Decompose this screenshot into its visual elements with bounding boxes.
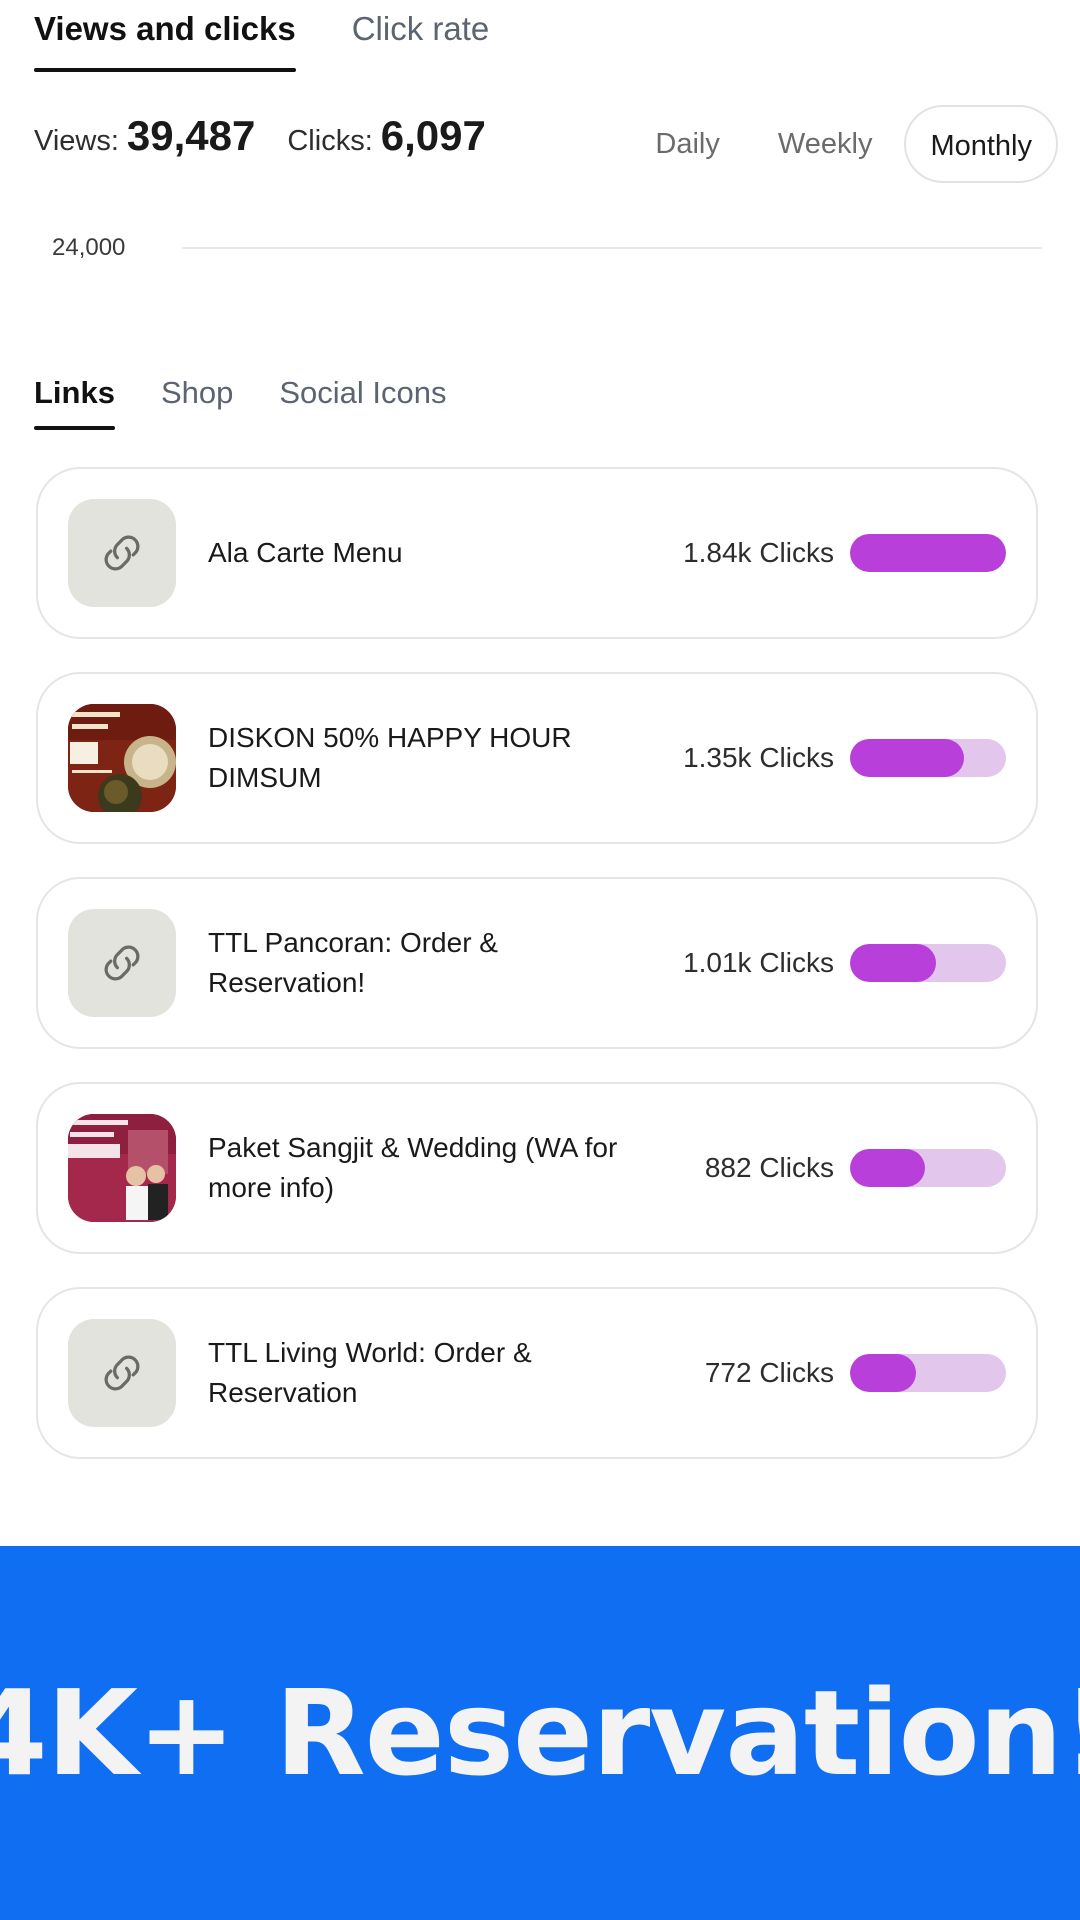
link-title: DISKON 50% HAPPY HOUR DIMSUM [208, 722, 572, 793]
click-bar-fill [850, 944, 936, 982]
tab-views-and-clicks[interactable]: Views and clicks [34, 0, 296, 72]
link-stats: 1.35k Clicks [683, 739, 1006, 777]
views-value: 39,487 [126, 112, 256, 159]
link-title: TTL Living World: Order & Reservation [208, 1337, 532, 1408]
link-icon [68, 1319, 176, 1427]
sub-tabs: Links Shop Social Icons [34, 368, 447, 430]
link-clicks: 1.35k Clicks [683, 742, 834, 773]
tab-shop[interactable]: Shop [161, 368, 233, 430]
period-weekly-button[interactable]: Weekly [752, 105, 899, 183]
link-card[interactable]: DISKON 50% HAPPY HOUR DIMSUM 1.35k Click… [36, 672, 1038, 844]
click-bar [850, 534, 1006, 572]
chart-axis: 24,000 [52, 230, 1042, 266]
link-card[interactable]: Ala Carte Menu 1.84k Clicks [36, 467, 1038, 639]
click-bar [850, 1354, 1006, 1392]
link-clicks: 882 Clicks [704, 1152, 834, 1183]
click-bar-fill [850, 1354, 916, 1392]
link-stats: 882 Clicks [705, 1149, 1006, 1187]
link-stats: 1.84k Clicks [683, 534, 1006, 572]
link-list: Ala Carte Menu 1.84k Clicks DISKON 50% H… [36, 467, 1038, 1492]
period-monthly-button[interactable]: Monthly [904, 105, 1058, 183]
wedding-promo-image [68, 1114, 176, 1222]
promo-banner: 4K+ Reservation! [0, 1546, 1080, 1920]
link-clicks: 1.01k Clicks [683, 947, 834, 978]
tab-links[interactable]: Links [34, 368, 115, 430]
link-clicks: 772 Clicks [704, 1357, 834, 1388]
click-bar-fill [850, 739, 964, 777]
link-card[interactable]: TTL Living World: Order & Reservation 77… [36, 1287, 1038, 1459]
link-title: Paket Sangjit & Wedding (WA for more inf… [208, 1132, 618, 1203]
gridline [182, 247, 1042, 249]
clicks-label: Clicks: [287, 125, 373, 157]
views-stat: Views: 39,487 [34, 112, 255, 160]
top-tabs: Views and clicks Click rate [34, 0, 489, 76]
stats-summary: Views: 39,487 Clicks: 6,097 [34, 112, 486, 172]
click-bar [850, 1149, 1006, 1187]
link-icon [68, 909, 176, 1017]
link-stats: 1.01k Clicks [683, 944, 1006, 982]
tab-social-icons[interactable]: Social Icons [279, 368, 446, 430]
banner-text: 4K+ Reservation! [0, 1664, 1080, 1802]
click-bar-fill [850, 1149, 925, 1187]
tab-click-rate[interactable]: Click rate [352, 0, 490, 72]
views-label: Views: [34, 125, 119, 157]
link-title: Ala Carte Menu [208, 537, 403, 568]
link-card[interactable]: TTL Pancoran: Order & Reservation! 1.01k… [36, 877, 1038, 1049]
dimsum-promo-image [68, 704, 176, 812]
period-daily-button[interactable]: Daily [629, 105, 745, 183]
click-bar-fill [850, 534, 1006, 572]
link-title: TTL Pancoran: Order & Reservation! [208, 927, 498, 998]
link-icon [68, 499, 176, 607]
clicks-value: 6,097 [380, 112, 486, 159]
click-bar [850, 739, 1006, 777]
link-card[interactable]: Paket Sangjit & Wedding (WA for more inf… [36, 1082, 1038, 1254]
link-stats: 772 Clicks [705, 1354, 1006, 1392]
axis-tick-label: 24,000 [52, 234, 126, 261]
period-selector: Daily Weekly Monthly [629, 105, 1058, 183]
link-clicks: 1.84k Clicks [683, 537, 834, 568]
click-bar [850, 944, 1006, 982]
clicks-stat: Clicks: 6,097 [287, 112, 486, 160]
